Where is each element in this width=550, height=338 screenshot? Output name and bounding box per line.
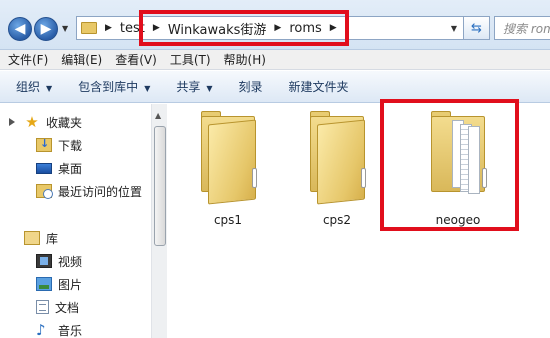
nav-favorites-label: 收藏夹 (46, 115, 83, 130)
menu-edit[interactable]: 编辑(E) (61, 51, 102, 68)
back-arrow-icon: ◀ (14, 21, 26, 37)
folder-highlight-box (380, 99, 519, 231)
nav-libraries-label: 库 (46, 231, 59, 246)
menu-view[interactable]: 查看(V) (115, 51, 157, 68)
menu-help[interactable]: 帮助(H) (224, 51, 266, 68)
library-icon (24, 231, 40, 245)
documents-icon (36, 300, 49, 314)
downloads-icon (36, 137, 52, 152)
folder-name: cps2 (322, 213, 352, 227)
pictures-icon (36, 277, 52, 291)
nav-scrollbar[interactable]: ▲ (151, 104, 167, 338)
share-label: 共享 (176, 80, 201, 94)
scrollbar-thumb[interactable] (154, 126, 166, 246)
back-button[interactable]: ◀ (8, 17, 32, 41)
folder-cps1[interactable]: cps1 (188, 108, 268, 238)
expand-arrow-icon[interactable] (9, 118, 17, 126)
video-icon (36, 254, 52, 268)
chevron-right-icon[interactable]: ▶ (105, 23, 112, 33)
nav-desktop[interactable]: 桌面 (36, 158, 82, 178)
burn-button[interactable]: 刻录 (239, 78, 263, 95)
nav-music[interactable]: ♪ 音乐 (36, 320, 82, 338)
folder-icon (81, 22, 97, 34)
nav-videos-label: 视频 (58, 254, 83, 269)
organize-label: 组织 (16, 80, 41, 94)
forward-button[interactable]: ▶ (34, 17, 58, 41)
folder-name: cps1 (213, 213, 243, 227)
nav-recent-places[interactable]: 最近访问的位置 (36, 181, 142, 201)
include-in-library-button[interactable]: 包含到库中 ▼ (78, 78, 150, 95)
menu-tools[interactable]: 工具(T) (170, 51, 211, 68)
nav-music-label: 音乐 (58, 323, 83, 338)
nav-downloads[interactable]: 下载 (36, 135, 82, 155)
recent-places-icon (36, 184, 53, 199)
chevron-down-icon: ▼ (46, 84, 53, 93)
nav-documents-label: 文档 (55, 300, 80, 315)
nav-pictures-label: 图片 (58, 277, 83, 292)
share-button[interactable]: 共享 ▼ (176, 78, 212, 95)
nav-videos[interactable]: 视频 (36, 251, 82, 271)
nav-pictures[interactable]: 图片 (36, 274, 82, 294)
address-dropdown-icon[interactable]: ▼ (451, 24, 457, 33)
organize-button[interactable]: 组织 ▼ (16, 78, 52, 95)
address-highlight-box (139, 10, 349, 46)
chevron-down-icon: ▼ (206, 84, 213, 93)
chevron-down-icon: ▼ (144, 84, 151, 93)
folder-cps2[interactable]: cps2 (297, 108, 377, 238)
music-icon: ♪ (36, 321, 46, 338)
menu-file[interactable]: 文件(F) (8, 51, 48, 68)
refresh-icon: ⇆ (471, 20, 482, 36)
include-in-library-label: 包含到库中 (78, 80, 139, 94)
nav-favorites[interactable]: ★ 收藏夹 (24, 112, 82, 132)
navigation-pane: ★ 收藏夹 下载 桌面 最近访问的位置 库 视频 图片 文档 ♪ 音乐 (0, 104, 167, 338)
nav-documents[interactable]: 文档 (36, 297, 79, 317)
menu-bar: 文件(F) 编辑(E) 查看(V) 工具(T) 帮助(H) (0, 50, 550, 70)
search-input[interactable]: 搜索 roms (494, 16, 550, 40)
nav-recent-places-label: 最近访问的位置 (58, 184, 143, 199)
forward-arrow-icon: ▶ (40, 21, 52, 37)
nav-downloads-label: 下载 (58, 138, 83, 153)
history-dropdown-icon[interactable]: ▼ (62, 24, 68, 33)
new-folder-button[interactable]: 新建文件夹 (289, 78, 349, 95)
refresh-button[interactable]: ⇆ (464, 16, 490, 40)
nav-libraries[interactable]: 库 (24, 228, 58, 248)
desktop-icon (36, 162, 52, 174)
nav-desktop-label: 桌面 (58, 161, 83, 176)
scroll-up-icon[interactable]: ▲ (155, 111, 161, 120)
star-icon: ★ (25, 113, 39, 131)
